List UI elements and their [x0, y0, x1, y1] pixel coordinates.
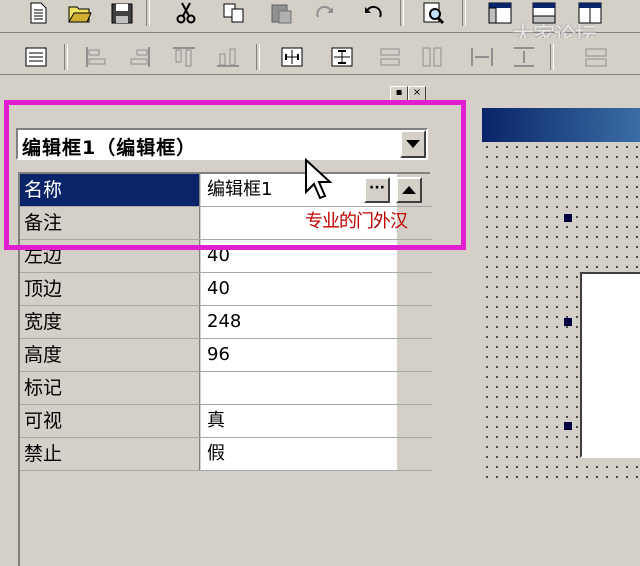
redo-icon[interactable] [310, 0, 342, 27]
cut-icon[interactable] [170, 0, 202, 27]
chevron-up-icon [402, 186, 416, 194]
mouse-cursor-icon [305, 158, 333, 200]
equal-width-icon[interactable] [374, 43, 406, 71]
ellipsis-button[interactable]: ··· [364, 177, 390, 203]
space-horizontal-icon[interactable] [466, 43, 498, 71]
property-value-input[interactable]: 假 [201, 438, 397, 470]
panel-restore-button[interactable]: ▪ [390, 86, 408, 101]
align-right-icon[interactable] [124, 43, 156, 71]
align-top-icon[interactable] [168, 43, 200, 71]
property-name: 顶边 [20, 273, 200, 305]
panel-caption: ▪ × [0, 86, 450, 101]
undo-icon[interactable] [356, 0, 388, 27]
editbox-control[interactable] [580, 272, 640, 458]
form-icon[interactable] [20, 43, 52, 71]
property-name: 名称 [20, 174, 200, 206]
resize-handle[interactable] [564, 214, 572, 222]
property-value-input[interactable] [201, 372, 397, 404]
property-value-input[interactable]: 248 [201, 306, 397, 338]
resize-handle[interactable] [564, 422, 572, 430]
align-left-icon[interactable] [80, 43, 112, 71]
open-icon[interactable] [64, 0, 96, 27]
chevron-down-icon [406, 140, 420, 148]
property-row[interactable]: 名称 编辑框1 ··· [20, 174, 432, 207]
property-name: 左边 [20, 240, 200, 272]
annotation-text: 专业的门外汉 [305, 211, 408, 232]
property-row[interactable]: 顶边 40 [20, 273, 432, 306]
property-row[interactable]: 高度 96 [20, 339, 432, 372]
center-vertical-icon[interactable] [326, 43, 358, 71]
center-horizontal-icon[interactable] [276, 43, 308, 71]
property-row[interactable]: 左边 40 [20, 240, 432, 273]
property-name: 高度 [20, 339, 200, 371]
align-toolbar [0, 38, 640, 75]
property-row[interactable]: 禁止 假 [20, 438, 432, 471]
same-size-icon[interactable] [580, 43, 612, 71]
property-row[interactable]: 宽度 248 [20, 306, 432, 339]
copy-icon[interactable] [218, 0, 250, 27]
property-name: 备注 [20, 207, 200, 239]
property-value-input[interactable]: 40 [201, 273, 397, 305]
space-vertical-icon[interactable] [508, 43, 540, 71]
object-selector-dropdown-button[interactable] [400, 130, 426, 158]
find-icon[interactable] [418, 0, 450, 27]
equal-height-icon[interactable] [416, 43, 448, 71]
property-row[interactable]: 标记 [20, 372, 432, 405]
save-icon[interactable] [106, 0, 138, 27]
form-canvas[interactable] [482, 142, 640, 480]
property-value-input[interactable]: 真 [201, 405, 397, 437]
align-bottom-icon[interactable] [212, 43, 244, 71]
scroll-up-button[interactable] [396, 177, 422, 203]
property-name: 标记 [20, 372, 200, 404]
property-row[interactable]: 可视 真 [20, 405, 432, 438]
panel-close-button[interactable]: × [408, 86, 426, 101]
property-value-input[interactable]: 96 [201, 339, 397, 371]
property-name: 禁止 [20, 438, 200, 470]
resize-handle[interactable] [564, 318, 572, 326]
property-name: 宽度 [20, 306, 200, 338]
property-value-input[interactable]: 40 [201, 240, 397, 272]
paste-icon[interactable] [266, 0, 298, 27]
object-selector[interactable]: 编辑框1（编辑框） [16, 128, 428, 160]
form-designer [468, 100, 640, 480]
form-title-bar [482, 108, 640, 142]
property-name: 可视 [20, 405, 200, 437]
object-selector-value: 编辑框1（编辑框） [22, 137, 197, 159]
new-icon[interactable] [22, 0, 54, 27]
